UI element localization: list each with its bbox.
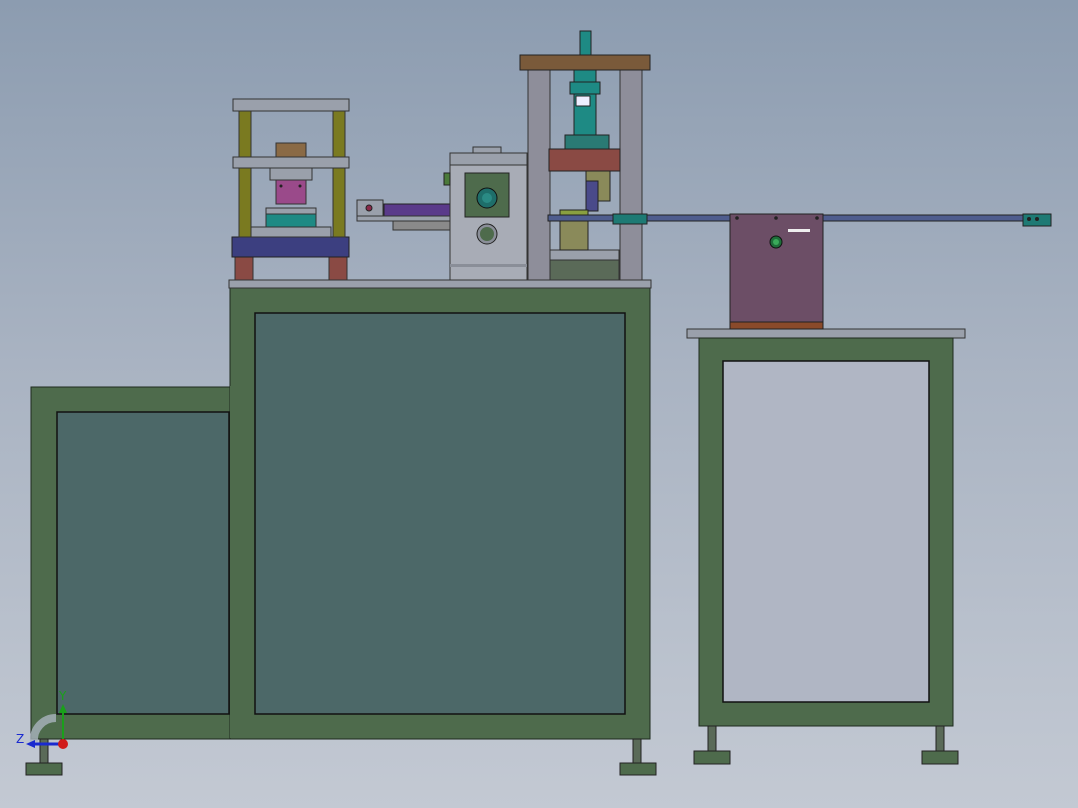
side-table <box>686 328 966 765</box>
machine-feet <box>25 738 657 776</box>
z-axis-label: Z <box>16 732 24 746</box>
cad-viewport[interactable]: Y Z <box>0 0 1078 808</box>
small-press-assembly <box>231 98 350 281</box>
main-press-assembly <box>519 30 651 281</box>
drive-box <box>729 213 824 330</box>
right-panel <box>254 312 626 715</box>
table-opening <box>722 360 930 703</box>
center-feeder-unit <box>356 146 528 281</box>
y-axis-label: Y <box>58 689 67 703</box>
top-plate <box>228 279 652 289</box>
main-machine-frame <box>30 279 652 740</box>
left-panel <box>56 411 230 715</box>
